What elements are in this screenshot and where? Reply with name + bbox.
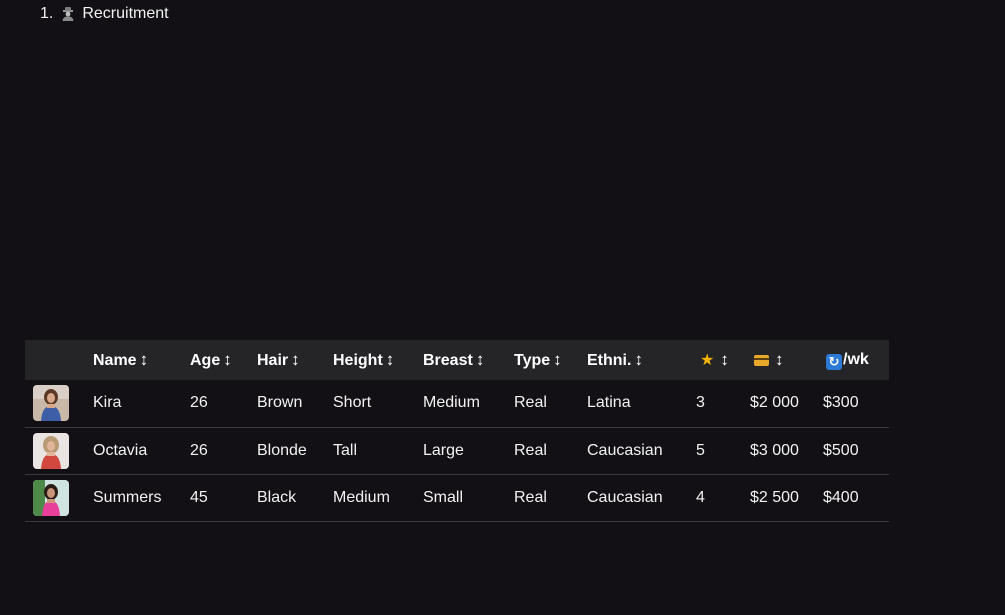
cell-rating: 4	[696, 488, 705, 506]
header-breast[interactable]: Breast ↕	[423, 340, 514, 380]
cell-hair: Brown	[257, 394, 303, 412]
cell-height: Medium	[333, 488, 390, 506]
nav-item-label: Recruitment	[82, 5, 169, 22]
cell-type: Real	[514, 394, 547, 412]
cell-wage: $300	[823, 394, 859, 412]
cell-hair: Blonde	[257, 441, 307, 459]
avatar[interactable]	[33, 385, 69, 422]
cell-cost: $3 000	[750, 441, 799, 459]
header-rating[interactable]: ★ ↕	[692, 340, 750, 380]
header-hair[interactable]: Hair ↕	[257, 340, 333, 380]
cell-name: Octavia	[93, 441, 148, 459]
cell-rating: 3	[696, 394, 705, 412]
header-height[interactable]: Height ↕	[333, 340, 423, 380]
cell-height: Tall	[333, 441, 358, 459]
table-header-row: Name ↕ Age ↕ Hair ↕ Height ↕ Breast ↕ Type ↕ E…	[25, 340, 889, 380]
cell-age: 26	[190, 441, 208, 459]
header-photo	[25, 340, 93, 380]
repeat-icon: ↻	[826, 353, 842, 370]
cell-breast: Medium	[423, 394, 480, 412]
nav-item-number: 1.	[40, 5, 54, 22]
sort-icon: ↕	[553, 350, 562, 369]
sort-icon: ↕	[634, 350, 643, 369]
cell-type: Real	[514, 488, 547, 506]
table-row[interactable]: Octavia 26 Blonde Tall Large Real Caucas…	[25, 427, 889, 474]
sort-icon: ↕	[291, 350, 300, 369]
cell-wage: $500	[823, 441, 859, 459]
sort-icon: ↕	[223, 350, 232, 369]
cell-name: Kira	[93, 394, 122, 412]
cell-ethnicity: Caucasian	[587, 488, 663, 506]
table-row[interactable]: Kira 26 Brown Short Medium Real Latina 3…	[25, 380, 889, 427]
cell-breast: Large	[423, 441, 464, 459]
header-type[interactable]: Type ↕	[514, 340, 587, 380]
detective-icon	[62, 7, 74, 21]
cell-cost: $2 000	[750, 394, 799, 412]
header-name[interactable]: Name ↕	[93, 340, 190, 380]
cell-height: Short	[333, 394, 372, 412]
header-ethnicity[interactable]: Ethni. ↕	[587, 340, 692, 380]
nav-list: 1. Recruitment	[40, 5, 169, 23]
photo-cell	[25, 427, 93, 474]
photo-cell	[25, 474, 93, 521]
cell-ethnicity: Latina	[587, 394, 631, 412]
table-row[interactable]: Summers 45 Black Medium Small Real Cauca…	[25, 474, 889, 521]
recruitment-table-container: Name ↕ Age ↕ Hair ↕ Height ↕ Breast ↕ Type ↕ E…	[25, 340, 889, 522]
sort-icon: ↕	[720, 350, 729, 369]
avatar[interactable]	[33, 479, 69, 516]
cell-rating: 5	[696, 441, 705, 459]
sort-icon: ↕	[475, 350, 485, 369]
sort-icon: ↕	[775, 350, 784, 369]
header-cost[interactable]: ↕	[750, 340, 823, 380]
recruitment-table: Name ↕ Age ↕ Hair ↕ Height ↕ Breast ↕ Type ↕ E…	[25, 340, 889, 522]
cell-hair: Black	[257, 488, 297, 506]
cell-ethnicity: Caucasian	[587, 441, 663, 459]
header-wage: ↻/wk	[823, 340, 889, 380]
avatar[interactable]	[33, 432, 69, 469]
nav-item-recruitment[interactable]: 1. Recruitment	[40, 5, 169, 23]
sort-icon: ↕	[385, 350, 395, 369]
cell-age: 26	[190, 394, 208, 412]
cell-name: Summers	[93, 488, 162, 506]
cell-breast: Small	[423, 488, 464, 506]
photo-cell	[25, 380, 93, 427]
cell-wage: $400	[823, 488, 859, 506]
sort-icon: ↕	[139, 350, 149, 369]
credit-card-icon	[754, 355, 769, 366]
cell-type: Real	[514, 441, 547, 459]
cell-age: 45	[190, 488, 208, 506]
star-icon: ★	[700, 352, 715, 369]
header-age[interactable]: Age ↕	[190, 340, 257, 380]
cell-cost: $2 500	[750, 488, 799, 506]
